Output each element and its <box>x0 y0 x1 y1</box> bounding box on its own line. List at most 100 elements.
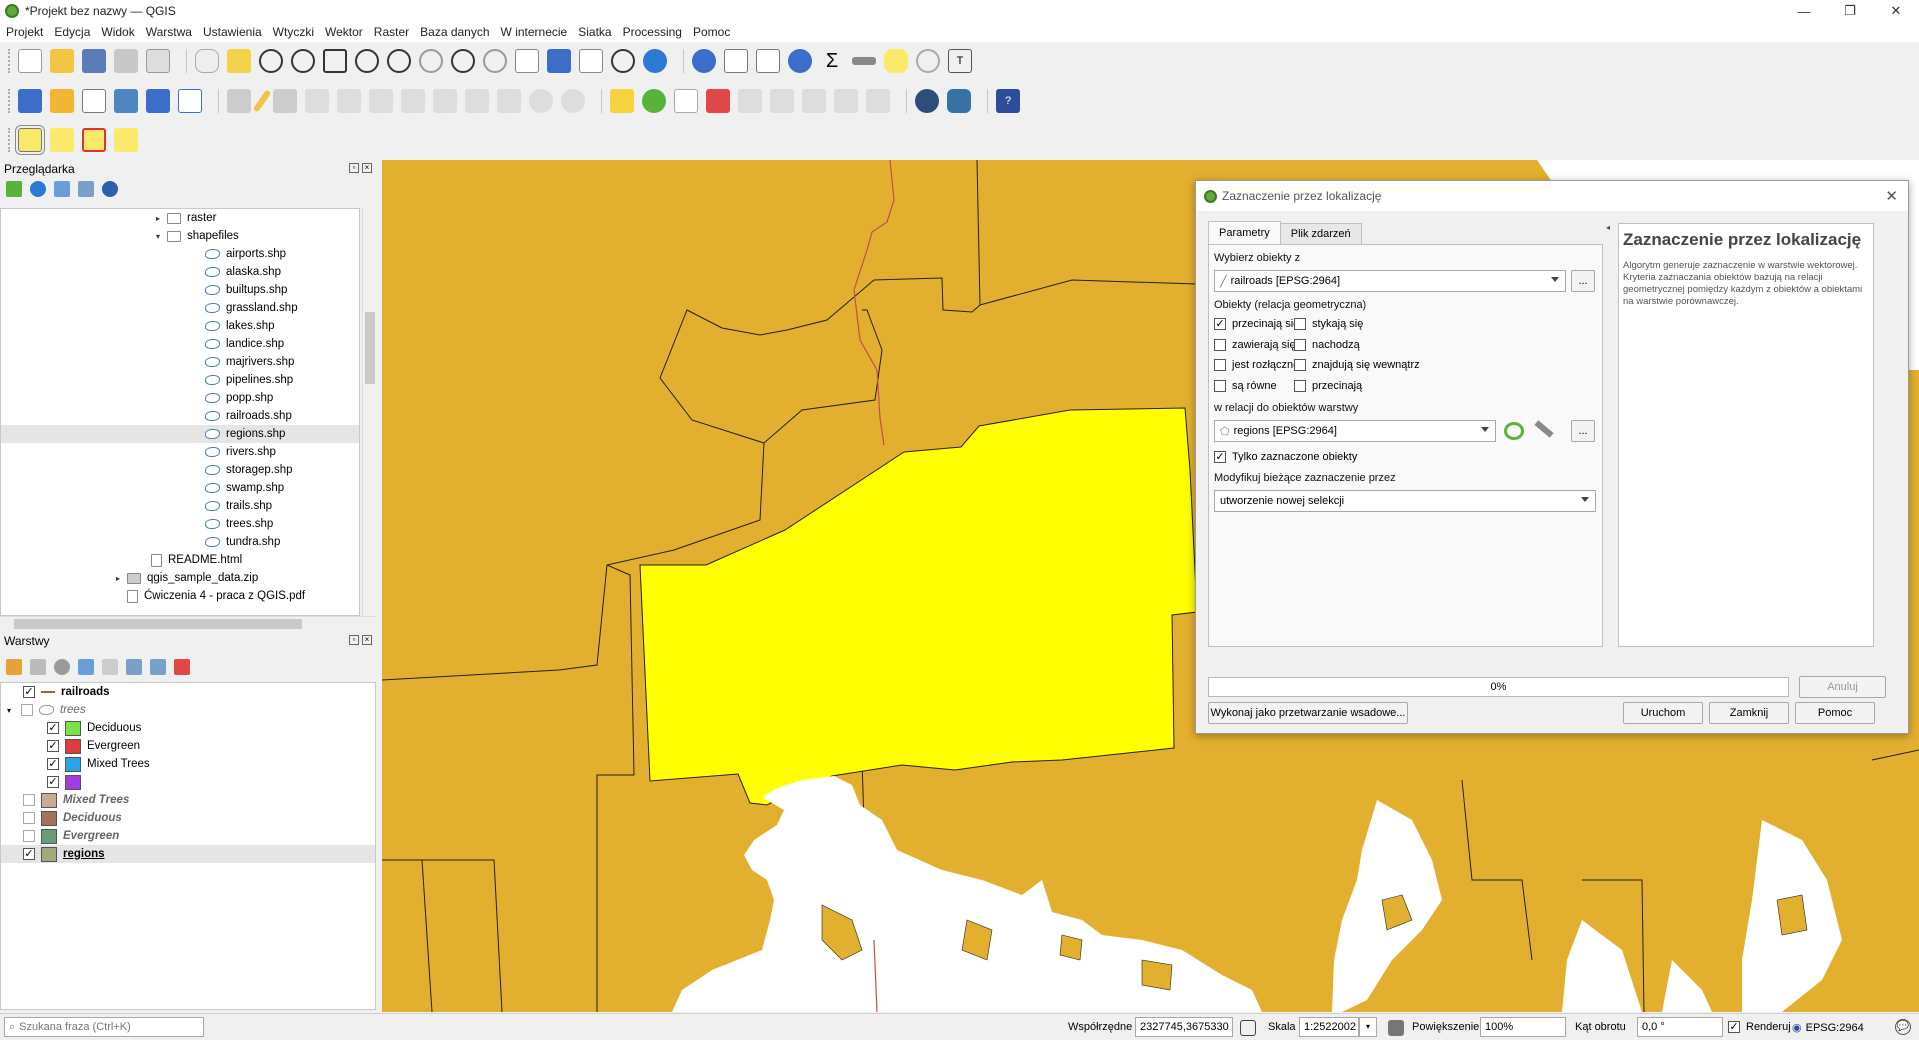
browser-item[interactable]: landice.shp <box>1 335 359 353</box>
close-panel-button[interactable]: × <box>362 163 372 173</box>
data-source-manager-icon[interactable] <box>18 89 42 113</box>
refresh-icon[interactable] <box>30 181 46 197</box>
bookmark-icon[interactable] <box>547 49 571 73</box>
label-style-icon[interactable] <box>674 89 698 113</box>
browser-item[interactable]: alaska.shp <box>1 263 359 281</box>
predicate-checkbox[interactable]: zawierają się <box>1214 338 1296 351</box>
field-calculator-icon[interactable] <box>756 49 780 73</box>
show-hide-labels-icon[interactable] <box>770 89 794 113</box>
layer-item[interactable]: Mixed Trees <box>1 791 375 809</box>
add-group-icon[interactable] <box>30 659 46 675</box>
locator-search[interactable]: ⌕ Szukana fraza (Ctrl+K) <box>4 1017 204 1037</box>
tab-log[interactable]: Plik zdarzeń <box>1279 223 1362 244</box>
collapse-help-icon[interactable]: ◂ <box>1606 223 1614 232</box>
predicate-checkbox[interactable]: przecinają <box>1294 379 1362 392</box>
zoom-native-icon[interactable] <box>419 49 443 73</box>
browser-item[interactable]: swamp.shp <box>1 479 359 497</box>
predicate-checkbox[interactable]: są równe <box>1214 379 1277 392</box>
browser-item[interactable]: ▸ raster <box>1 209 359 227</box>
help-button[interactable]: Pomoc <box>1795 702 1875 724</box>
close-panel-button[interactable]: × <box>362 635 372 645</box>
new-project-icon[interactable] <box>18 49 42 73</box>
menu-2[interactable]: Widok <box>101 25 134 39</box>
cancel-button[interactable]: Anuluj <box>1799 676 1886 698</box>
layer-visibility-checkbox[interactable] <box>21 704 33 716</box>
change-label-icon[interactable] <box>866 89 890 113</box>
redo-icon[interactable] <box>561 89 585 113</box>
select-from-ellipsis-button[interactable]: ... <box>1571 270 1595 292</box>
toolbox-icon[interactable] <box>788 49 812 73</box>
expand-arrow-icon[interactable]: ▸ <box>153 214 163 223</box>
new-shapefile-icon[interactable] <box>178 89 202 113</box>
collapse-all-icon[interactable] <box>78 181 94 197</box>
predicate-checkbox[interactable]: stykają się <box>1294 318 1363 330</box>
browser-hscrollbar[interactable] <box>0 616 376 630</box>
attribute-table-icon[interactable] <box>724 49 748 73</box>
menu-4[interactable]: Ustawienia <box>203 25 262 39</box>
menu-6[interactable]: Wektor <box>325 25 363 39</box>
python-console-icon[interactable] <box>947 89 971 113</box>
select-features-icon[interactable] <box>15 125 45 155</box>
predicate-checkbox[interactable]: znajdują się wewnątrz <box>1294 359 1420 371</box>
browser-item[interactable]: airports.shp <box>1 245 359 263</box>
browser-item[interactable]: Ćwiczenia 4 - praca z QGIS.pdf <box>1 587 359 605</box>
layer-item[interactable]: ✓ regions <box>1 845 375 863</box>
wrench-icon[interactable] <box>1534 420 1554 438</box>
select-from-combo[interactable]: ╱ railroads [EPSG:2964] <box>1214 270 1566 292</box>
temporal-icon[interactable] <box>611 49 635 73</box>
expand-arrow-icon[interactable]: ▸ <box>113 574 123 583</box>
browser-item[interactable]: rivers.shp <box>1 443 359 461</box>
layer-item[interactable]: ▾ trees <box>1 701 375 719</box>
new-map-view-icon[interactable] <box>515 49 539 73</box>
map-tips-icon[interactable] <box>884 49 908 73</box>
dialog-close-icon[interactable]: ✕ <box>1885 187 1898 205</box>
modify-selection-combo[interactable]: utworzenie nowej selekcji <box>1214 490 1596 512</box>
select-by-location-icon[interactable] <box>114 128 138 152</box>
tab-parameters[interactable]: Parametry <box>1208 221 1281 244</box>
zoom-full-icon[interactable] <box>323 49 347 73</box>
highlight-labels-icon[interactable] <box>706 89 730 113</box>
predicate-checkbox[interactable]: nachodzą <box>1294 338 1360 351</box>
lock-scale-icon[interactable] <box>1388 1020 1404 1036</box>
digitize-icon[interactable] <box>305 89 329 113</box>
layer-visibility-checkbox[interactable]: ✓ <box>23 686 35 698</box>
pin-label-icon[interactable] <box>738 89 762 113</box>
filter-expression-icon[interactable] <box>102 659 118 675</box>
delete-selected-icon[interactable] <box>401 89 425 113</box>
browser-item[interactable]: ▸ qgis_sample_data.zip <box>1 569 359 587</box>
zoom-last-icon[interactable] <box>451 49 475 73</box>
add-layer-icon[interactable] <box>6 181 22 197</box>
open-project-icon[interactable] <box>50 49 74 73</box>
extents-toggle-icon[interactable] <box>1240 1020 1256 1036</box>
rotate-label-icon[interactable] <box>834 89 858 113</box>
restore-button[interactable]: ❐ <box>1827 0 1873 22</box>
rotation-field[interactable]: 0,0 ° <box>1637 1017 1723 1037</box>
layer-item[interactable]: ✓ Deciduous <box>1 719 375 737</box>
scale-dropdown-icon[interactable]: ▾ <box>1359 1017 1377 1037</box>
refresh-icon[interactable] <box>643 49 667 73</box>
edits-icon[interactable] <box>227 89 251 113</box>
coordinate-field[interactable]: 2327745,3675330 <box>1135 1017 1233 1037</box>
save-edits-icon[interactable] <box>273 89 297 113</box>
menu-7[interactable]: Raster <box>374 25 409 39</box>
menu-8[interactable]: Baza danych <box>420 25 489 39</box>
statistics-icon[interactable]: Σ <box>820 49 844 73</box>
toggle-editing-icon[interactable] <box>252 89 272 113</box>
layer-styling-icon[interactable] <box>6 659 22 675</box>
move-label-icon[interactable] <box>802 89 826 113</box>
copy-icon[interactable] <box>465 89 489 113</box>
browser-item[interactable]: regions.shp <box>1 425 359 443</box>
zoom-in-icon[interactable] <box>259 49 283 73</box>
expand-arrow-icon[interactable]: ▾ <box>7 706 17 715</box>
remove-layer-icon[interactable] <box>174 659 190 675</box>
filter-icon[interactable] <box>54 181 70 197</box>
layer-item[interactable]: ✓ Evergreen <box>1 737 375 755</box>
menu-5[interactable]: Wtyczki <box>273 25 314 39</box>
browser-tree[interactable]: ▸ raster ▾ shapefiles airports.shp alaska.shp… <box>0 208 360 616</box>
browser-item[interactable]: popp.shp <box>1 389 359 407</box>
browser-item[interactable]: trees.shp <box>1 515 359 533</box>
render-checkbox[interactable]: ✓ Renderuj <box>1728 1021 1791 1033</box>
predicate-checkbox[interactable]: jest rozłączne <box>1214 359 1299 371</box>
manage-themes-icon[interactable] <box>54 659 70 675</box>
print-layout-icon[interactable] <box>146 49 170 73</box>
